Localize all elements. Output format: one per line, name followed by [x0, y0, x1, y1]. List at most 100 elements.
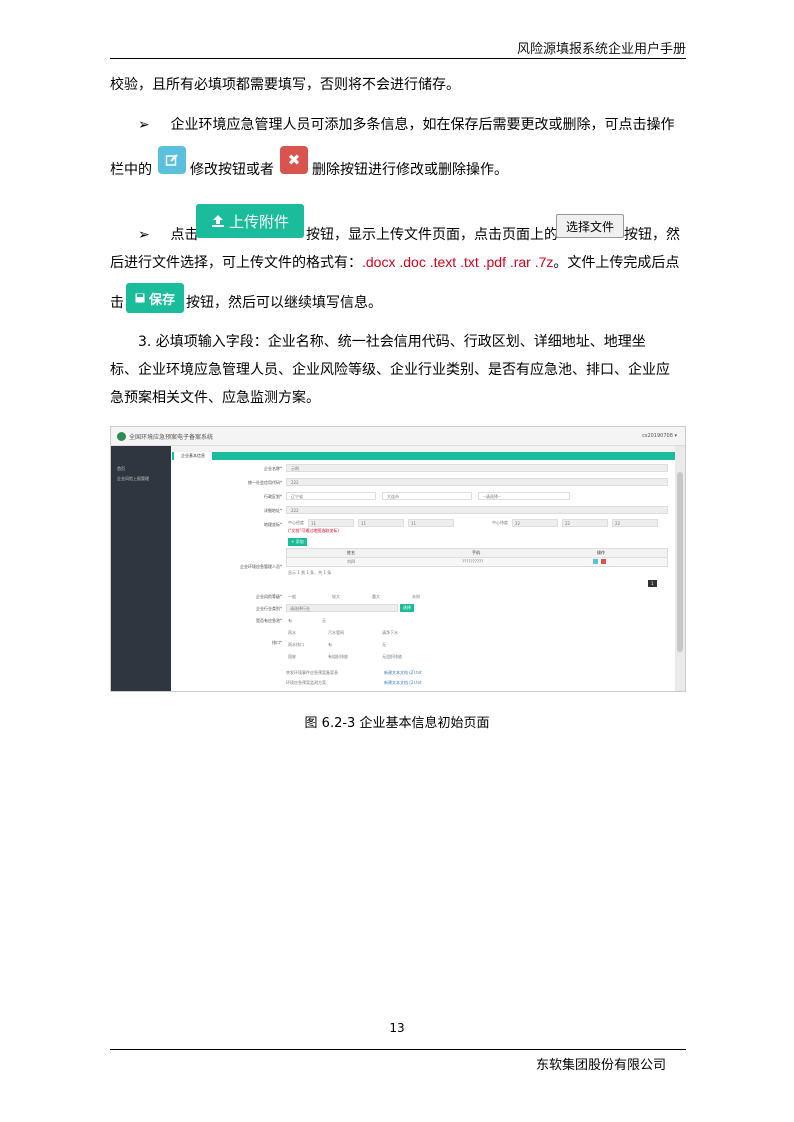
- text-span: 栏中的: [110, 162, 152, 178]
- delete-icon[interactable]: [601, 559, 606, 564]
- column-header: 手机: [472, 550, 480, 555]
- text-span: 按钮，显示上传文件页面，点击页面上的: [306, 227, 558, 243]
- close-icon: ✖: [287, 151, 301, 169]
- input-value: 示例: [291, 466, 299, 471]
- pool-option[interactable]: 有: [288, 618, 292, 624]
- district-select[interactable]: --请选择--: [478, 492, 570, 500]
- company-name-input[interactable]: 示例: [286, 464, 668, 472]
- outlet-option[interactable]: 无组织排放: [382, 654, 402, 660]
- pool-option[interactable]: 无: [322, 618, 326, 624]
- bullet-line: ➢ 点击: [110, 225, 198, 245]
- add-manager-button[interactable]: + 添加: [288, 538, 307, 546]
- paragraph-line: 后进行文件选择，可上传文件的格式有：.docx .doc .text .txt …: [110, 252, 679, 273]
- bullet-text: 企业环境应急管理人员可添加多条信息，如在保存后需要更改或删除，可点击操作: [170, 117, 675, 133]
- input-value: 222: [291, 508, 299, 513]
- bullet-marker: ➢: [138, 227, 150, 243]
- coord-input[interactable]: 11: [358, 519, 404, 527]
- outlet-option[interactable]: 有: [328, 642, 332, 648]
- page-number: 13: [389, 1021, 405, 1035]
- risk-option[interactable]: 未知: [412, 594, 420, 600]
- user-menu[interactable]: cs20190708 ▾: [642, 433, 677, 439]
- edit-button[interactable]: [158, 146, 186, 174]
- outlet-option[interactable]: 雨水排口: [288, 642, 304, 648]
- field-label: 企业行业类别*: [256, 606, 282, 611]
- select-file-button[interactable]: 选择文件: [556, 214, 624, 238]
- select-value: 辽宁省: [291, 494, 303, 499]
- text-span: 删除按钮进行修改或删除操作。: [312, 162, 508, 178]
- app-title: 全国环境应急预案电子备案系统: [129, 434, 214, 441]
- field-label: 行政区划*: [264, 494, 282, 499]
- select-value: 大连市: [387, 494, 399, 499]
- coord-input[interactable]: 11: [308, 519, 354, 527]
- edit-icon[interactable]: [593, 559, 598, 564]
- text-span: 按钮，然后可以继续填写信息。: [186, 295, 382, 311]
- form-panel: 企业名称* 示例 统一社会信用代码* 222 行政区划* 辽宁省 大连市 --请…: [172, 460, 675, 691]
- sidebar: 首页 企业风险上报管理: [111, 446, 171, 691]
- upload-icon: [211, 215, 224, 227]
- scrollbar-thumb[interactable]: [677, 472, 683, 652]
- text-span: 击: [110, 295, 124, 311]
- paragraph-line: 按钮，然: [624, 225, 680, 245]
- text-span: 后进行文件选择，可上传文件的格式有：: [110, 255, 362, 271]
- paragraph-line: 按钮，显示上传文件页面，点击页面上的: [306, 225, 558, 245]
- coord-input[interactable]: 22: [512, 519, 558, 527]
- file-formats: .docx .doc .text .txt .pdf .rar .7z: [362, 254, 554, 270]
- risk-option[interactable]: 重大: [372, 594, 380, 600]
- select-value: --请选择--: [483, 494, 501, 499]
- credit-code-input[interactable]: 222: [286, 478, 668, 486]
- input-value: 11: [311, 521, 317, 526]
- outlet-option[interactable]: 雨水: [288, 630, 296, 636]
- input-placeholder: 请选择行业: [290, 606, 310, 611]
- field-label: 企业名称*: [264, 466, 282, 471]
- save-label: 保存: [148, 292, 175, 308]
- paging-info: 显示 1 到 1 条，共 1 条: [288, 570, 332, 575]
- bullet-marker: ➢: [138, 117, 150, 133]
- tab-bar: [172, 452, 675, 460]
- text-span: 按钮，然: [624, 227, 680, 243]
- risk-option[interactable]: 较大: [332, 594, 340, 600]
- province-select[interactable]: 辽宁省: [286, 492, 376, 500]
- header-rule: [110, 58, 686, 59]
- paragraph-line: 按钮，然后可以继续填写信息。: [186, 293, 382, 313]
- text-span: 。文件上传完成后点: [553, 255, 680, 271]
- scrollbar[interactable]: [675, 446, 685, 691]
- industry-select-button[interactable]: 选择: [400, 604, 414, 612]
- paragraph-line: 急预案相关文件、应急监测方案。: [110, 390, 320, 406]
- app-header: 全国环境应急预案电子备案系统 cs20190708 ▾: [111, 427, 685, 446]
- coord-hint: ("文档"可通过地图选取坐标): [288, 528, 339, 533]
- city-select[interactable]: 大连市: [382, 492, 472, 500]
- coord-input[interactable]: 22: [562, 519, 608, 527]
- tab-basic-info[interactable]: 企业基本信息: [174, 452, 212, 460]
- running-header: 风险源填报系统企业用户手册: [516, 42, 686, 57]
- save-icon: [135, 293, 145, 303]
- field-label: 统一社会信用代码*: [248, 480, 282, 485]
- input-value: 22: [565, 521, 571, 526]
- embedded-screenshot: 全国环境应急预案电子备案系统 cs20190708 ▾ 首页 企业风险上报管理 …: [110, 426, 686, 692]
- upload-label: 上传附件: [228, 212, 289, 231]
- sidebar-item-home[interactable]: 首页: [117, 466, 125, 472]
- risk-option[interactable]: 一般: [288, 594, 296, 600]
- edit-icon: [165, 154, 178, 166]
- industry-input[interactable]: 请选择行业: [286, 604, 398, 612]
- save-button[interactable]: 保存: [126, 283, 184, 313]
- outlet-option[interactable]: 污水管网: [328, 630, 344, 636]
- footer-company: 东软集团股份有限公司: [535, 1058, 666, 1073]
- coord-input[interactable]: 11: [408, 519, 454, 527]
- outlet-option[interactable]: 有组织排放: [328, 654, 348, 660]
- upload-attachment-button[interactable]: 上传附件: [196, 204, 304, 238]
- page-button[interactable]: 1: [648, 580, 657, 587]
- bullet-line: ➢ 企业环境应急管理人员可添加多条信息，如在保存后需要更改或删除，可点击操作: [110, 115, 674, 135]
- table-cell: 刘四: [347, 559, 355, 564]
- outlet-option[interactable]: 清净下水: [382, 630, 398, 636]
- footer-rule: [110, 1049, 686, 1050]
- field-label: 地理坐标*: [264, 522, 282, 527]
- outlet-option[interactable]: 无: [382, 642, 386, 648]
- coord-input[interactable]: 22: [612, 519, 658, 527]
- address-input[interactable]: 222: [286, 506, 668, 514]
- field-label: 是否有应急池*: [256, 618, 282, 623]
- outlet-option[interactable]: 固废: [288, 654, 296, 660]
- sidebar-item-risk[interactable]: 企业风险上报管理: [117, 476, 149, 482]
- file-link[interactable]: 新建文本文档 (2).txt: [384, 680, 422, 686]
- delete-button[interactable]: ✖: [280, 146, 308, 174]
- file-link[interactable]: 新建文本文档 (2).txt: [384, 670, 422, 676]
